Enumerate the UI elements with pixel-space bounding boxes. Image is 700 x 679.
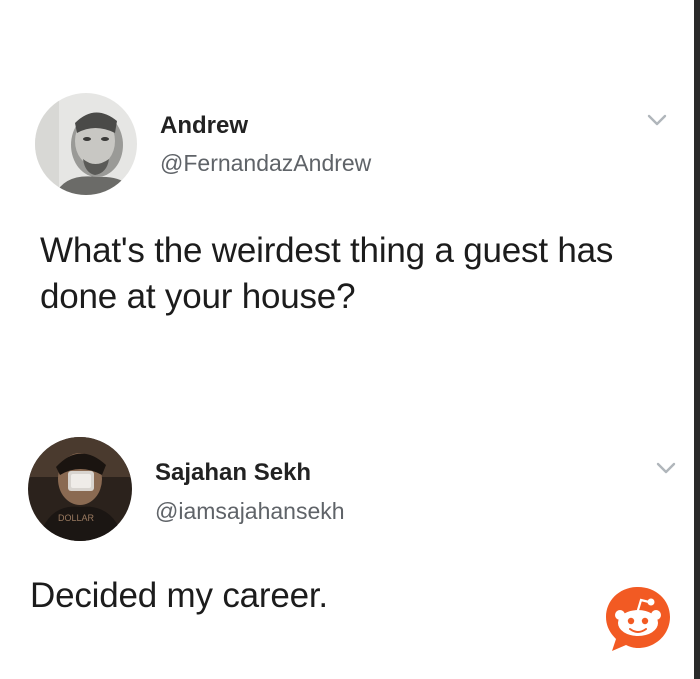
- screenshot-edge: [694, 0, 700, 679]
- svg-text:DOLLAR: DOLLAR: [58, 513, 95, 523]
- avatar[interactable]: DOLLAR: [28, 437, 132, 541]
- display-name[interactable]: Sajahan Sekh: [155, 459, 311, 487]
- reddit-icon: [602, 583, 674, 655]
- tweet-text: What's the weirdest thing a guest has do…: [40, 231, 614, 316]
- user-handle[interactable]: @iamsajahansekh: [155, 498, 345, 525]
- chevron-down-icon[interactable]: [646, 112, 668, 128]
- avatar[interactable]: [35, 93, 137, 195]
- tweet-text: Decided my career.: [30, 576, 328, 615]
- chevron-down-icon[interactable]: [655, 460, 677, 476]
- user-handle[interactable]: @FernandazAndrew: [160, 150, 371, 177]
- display-name[interactable]: Andrew: [160, 112, 248, 140]
